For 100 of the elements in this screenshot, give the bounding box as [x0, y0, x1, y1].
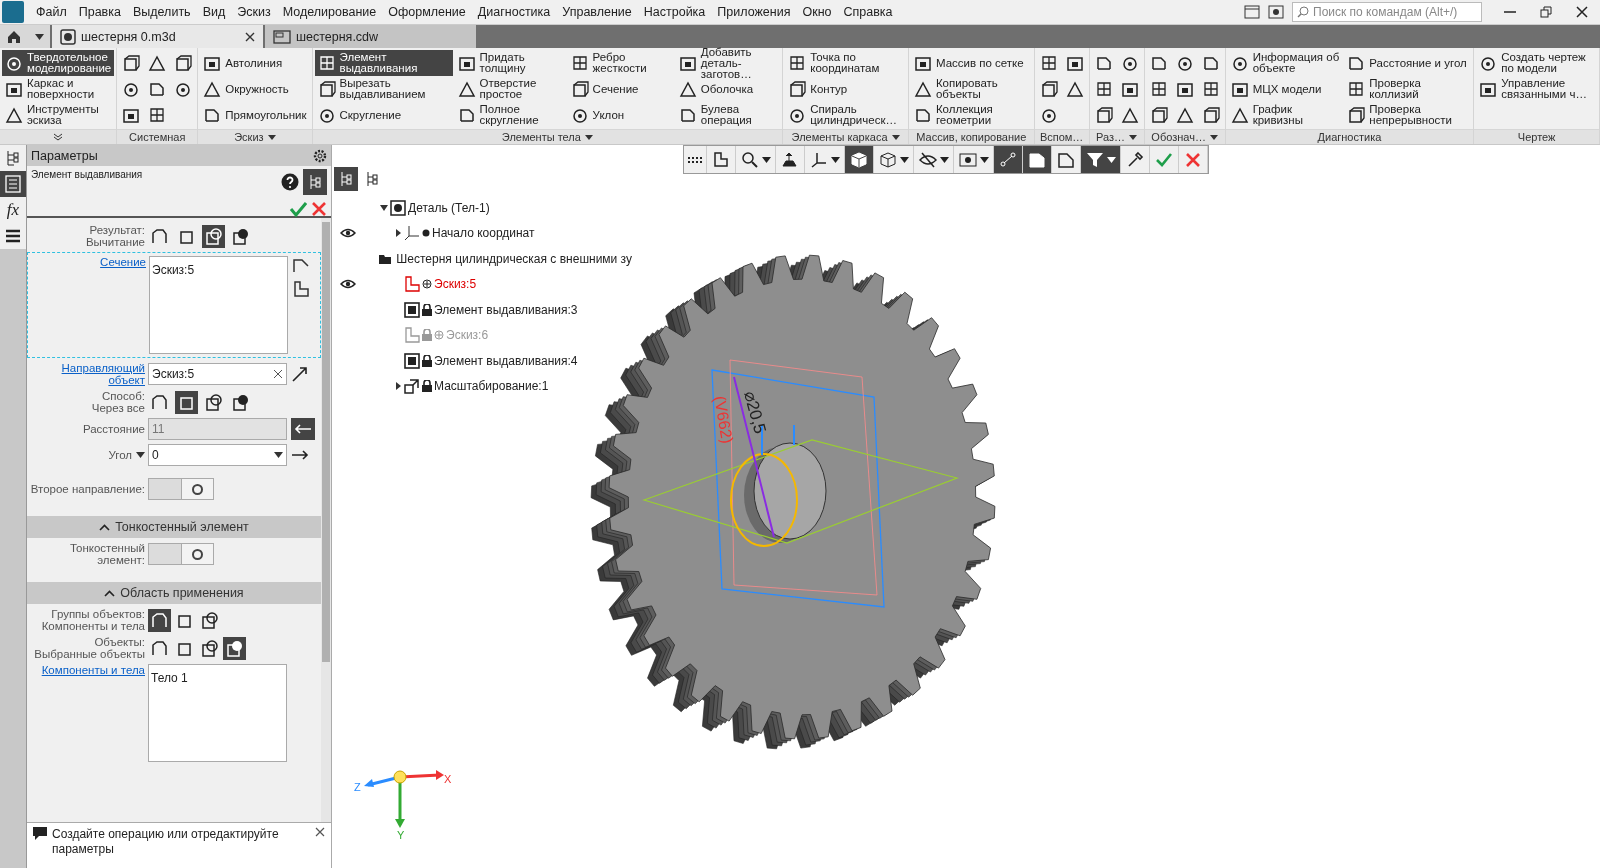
components-link[interactable]: Компоненты и тела [27, 664, 145, 676]
menu-item[interactable]: Диагностика [471, 1, 557, 23]
menu-item[interactable]: Моделирование [276, 1, 383, 23]
lock-icon [422, 329, 432, 342]
ribbon-button[interactable]: Прямоугольник [200, 102, 310, 128]
ribbon-button[interactable]: Вырезать выдавливанием [314, 76, 453, 102]
ribbon-button[interactable]: Окружность [200, 76, 310, 102]
ribbon-button[interactable]: Уклон [567, 102, 674, 128]
tab-close-button[interactable] [245, 31, 255, 42]
toggle-switch[interactable] [148, 543, 214, 565]
menu-item[interactable]: Вид [196, 1, 232, 23]
menu-item[interactable]: Выделить [126, 1, 197, 23]
sketch-icon [404, 327, 420, 344]
mode-button[interactable]: Каркас и поверхности [2, 76, 115, 102]
ribbon-button[interactable]: Массив по сетке [910, 50, 1032, 76]
mode-button[interactable]: Инструменты эскиза [2, 102, 115, 128]
drawing-file-icon [273, 29, 291, 44]
view-toolbar-button[interactable] [845, 146, 874, 173]
ribbon-button[interactable]: Спираль цилиндрическ… [785, 102, 906, 128]
tree-item[interactable]: Элемент выдавливания:3 [434, 302, 578, 317]
ribbon-button[interactable]: Проверка коллизий [1344, 76, 1472, 102]
close-icon [315, 827, 325, 837]
menu-item[interactable]: Оформление [382, 1, 472, 23]
help-button[interactable] [281, 173, 299, 191]
home-button[interactable] [0, 25, 28, 48]
option-button[interactable] [202, 224, 225, 248]
view-toolbar-button[interactable] [1023, 146, 1052, 173]
side-panel-button[interactable] [0, 223, 26, 249]
ribbon-button[interactable]: Автолиния [200, 50, 310, 76]
ribbon-button[interactable]: Полное скругление [454, 102, 566, 128]
option-button[interactable] [175, 390, 198, 414]
side-panel-button[interactable]: fx [0, 197, 26, 223]
menu-item[interactable]: Приложения [711, 1, 797, 23]
ribbon-button[interactable]: Элемент выдавливания [314, 50, 453, 76]
menu-item[interactable]: Эскиз [231, 1, 277, 23]
section-header[interactable]: Тонкостенный элемент [27, 516, 321, 538]
option-button[interactable] [148, 608, 171, 632]
ribbon-button[interactable]: Управление связанными ч… [1476, 76, 1597, 102]
menu-item[interactable]: Управление [556, 1, 638, 23]
lock-icon [422, 354, 432, 367]
tool-icon [148, 54, 167, 72]
ribbon-button[interactable]: МЦХ модели [1227, 76, 1343, 102]
document-tab[interactable]: шестерня.cdw [265, 25, 476, 48]
ribbon-button[interactable]: Булева операция [675, 102, 781, 128]
help-icon [281, 173, 299, 191]
document-tab[interactable]: шестерня 0.m3d [52, 25, 263, 48]
tree-item[interactable]: Шестерня цилиндрическая с внешними зу [396, 251, 632, 266]
reverse-direction-button[interactable] [291, 418, 315, 440]
mode-button[interactable]: Твердотельное моделирование [2, 50, 115, 76]
section-link[interactable]: Сечение [28, 256, 146, 268]
ribbon-button[interactable]: Копировать объекты [910, 76, 1032, 102]
tree-mode-button[interactable] [334, 167, 358, 191]
section-header[interactable]: Область применения [27, 582, 321, 604]
scrollbar-thumb[interactable] [322, 222, 330, 662]
ribbon-button[interactable]: Точка по координатам [785, 50, 906, 76]
ribbon-button[interactable]: Информация об объекте [1227, 50, 1343, 76]
menu-item[interactable]: Окно [796, 1, 838, 23]
tree-icon [339, 171, 353, 187]
ribbon-button[interactable]: Расстояние и угол [1344, 50, 1472, 76]
ribbon-button[interactable]: График кривизны [1227, 102, 1343, 128]
tab-menu-button[interactable] [28, 25, 50, 48]
cancel-button[interactable] [311, 201, 327, 217]
menu-item[interactable]: Правка [72, 1, 127, 23]
angle-dropdown[interactable]: 0 [148, 444, 287, 466]
toggle-switch[interactable] [148, 478, 214, 500]
ribbon-button[interactable]: Придать толщину [454, 50, 566, 76]
view-toolbar-button[interactable] [994, 146, 1023, 173]
sketch-icon [292, 256, 310, 274]
tool-icon [1039, 80, 1058, 98]
tree-item[interactable]: Масштабирование:1 [434, 379, 549, 394]
restore-icon [1540, 6, 1552, 18]
hint-close-button[interactable] [315, 827, 325, 837]
tree-item[interactable]: Элемент выдавливания:4 [434, 353, 578, 368]
menu-item[interactable]: Настройка [637, 1, 712, 23]
guide-object-link[interactable]: Направляющий объект [27, 362, 145, 386]
tool-icon [1065, 54, 1084, 72]
ribbon-button[interactable]: Контур [785, 76, 906, 102]
ribbon-button[interactable]: Создать чертеж по модели [1476, 50, 1597, 76]
option-button[interactable] [223, 636, 246, 660]
search-field[interactable]: Поиск по командам (Alt+/) [1292, 2, 1482, 22]
ok-button[interactable] [289, 201, 307, 217]
tree-item[interactable]: Начало координат [432, 226, 535, 241]
side-panel-button[interactable] [0, 145, 26, 171]
ribbon-button[interactable]: Проверка непрерывности [1344, 102, 1472, 128]
tree-item[interactable]: Эскиз:5 [434, 277, 477, 292]
tree-toggle-button[interactable] [303, 169, 327, 195]
ribbon-button[interactable]: Ребро жесткости [567, 50, 674, 76]
ribbon-button[interactable]: Коллекция геометрии [910, 102, 1032, 128]
menu-item[interactable]: Файл [30, 1, 73, 23]
section-list[interactable]: Эскиз:5 [149, 256, 288, 354]
shape-icon [231, 226, 250, 246]
ribbon-button[interactable]: Отверстие простое [454, 76, 566, 102]
tree-item[interactable]: Деталь (Тел-1) [408, 200, 490, 215]
guide-object-field[interactable]: Эскиз:5 [148, 363, 287, 385]
object-groups-label: Группы объектов: Компоненты и тела [40, 608, 145, 632]
components-list[interactable]: Тело 1 [148, 664, 287, 762]
menu-item[interactable]: Справка [837, 1, 899, 23]
ribbon-button[interactable]: Скругление [314, 102, 453, 128]
ribbon-button[interactable]: Сечение [567, 76, 674, 102]
view-toolbar-button[interactable] [1081, 146, 1121, 173]
